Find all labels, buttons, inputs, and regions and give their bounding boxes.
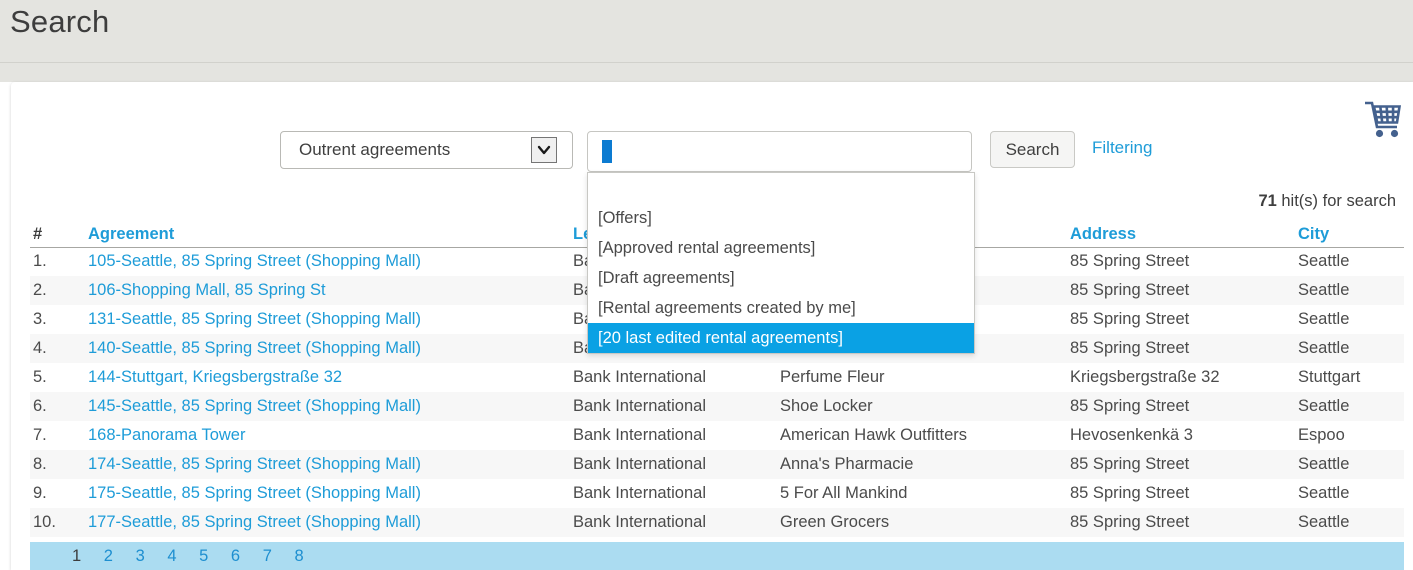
row-index: 9.	[30, 479, 88, 508]
suggestion-item-highlighted[interactable]: [20 last edited rental agreements]	[588, 323, 974, 353]
address-cell: 85 Spring Street	[1070, 392, 1298, 421]
city-cell: Seattle	[1298, 247, 1404, 276]
table-row: 5. 144-Stuttgart, Kriegsbergstraße 32 Ba…	[30, 363, 1404, 392]
table-row: 8. 174-Seattle, 85 Spring Street (Shoppi…	[30, 450, 1404, 479]
table-row: 10. 177-Seattle, 85 Spring Street (Shopp…	[30, 508, 1404, 537]
address-cell: 85 Spring Street	[1070, 334, 1298, 363]
row-index: 8.	[30, 450, 88, 479]
agreement-link[interactable]: 144-Stuttgart, Kriegsbergstraße 32	[88, 368, 342, 386]
shopping-cart-button[interactable]	[1364, 98, 1402, 142]
search-type-select[interactable]: Outrent agreements	[280, 131, 573, 169]
suggestion-item[interactable]: [Draft agreements]	[588, 263, 974, 293]
row-index: 5.	[30, 363, 88, 392]
shopping-cart-icon	[1364, 98, 1402, 142]
lessee-cell: 5 For All Mankind	[780, 479, 1070, 508]
row-index: 3.	[30, 305, 88, 334]
column-header-agreement[interactable]: Agreement	[88, 222, 573, 247]
city-cell: Seattle	[1298, 450, 1404, 479]
column-header-city[interactable]: City	[1298, 222, 1404, 247]
select-dropdown-button[interactable]	[531, 137, 557, 163]
city-cell: Stuttgart	[1298, 363, 1404, 392]
city-cell: Seattle	[1298, 305, 1404, 334]
table-row: 9. 175-Seattle, 85 Spring Street (Shoppi…	[30, 479, 1404, 508]
hits-label: hit(s) for search	[1277, 192, 1396, 210]
agreement-link[interactable]: 106-Shopping Mall, 85 Spring St	[88, 281, 326, 299]
pagination-page-link[interactable]: 2	[104, 542, 113, 570]
agreement-link[interactable]: 168-Panorama Tower	[88, 426, 245, 444]
search-page: Search Outrent agreements Search Filteri…	[0, 0, 1413, 570]
pagination-page-link[interactable]: 5	[199, 542, 208, 570]
suggestion-item[interactable]: [Offers]	[588, 203, 974, 233]
search-type-selected-value: Outrent agreements	[299, 132, 450, 168]
address-cell: 85 Spring Street	[1070, 508, 1298, 537]
page-title: Search	[10, 4, 109, 40]
lessee-cell: Anna's Pharmacie	[780, 450, 1070, 479]
lessee-cell: Shoe Locker	[780, 392, 1070, 421]
pagination-page-link[interactable]: 8	[294, 542, 303, 570]
lessor-cell: Bank International	[573, 479, 780, 508]
address-cell: Hevosenkenkä 3	[1070, 421, 1298, 450]
city-cell: Seattle	[1298, 276, 1404, 305]
agreement-link[interactable]: 177-Seattle, 85 Spring Street (Shopping …	[88, 513, 421, 531]
city-cell: Seattle	[1298, 508, 1404, 537]
address-cell: 85 Spring Street	[1070, 305, 1298, 334]
row-index: 2.	[30, 276, 88, 305]
lessee-cell: Perfume Fleur	[780, 363, 1070, 392]
agreement-link[interactable]: 145-Seattle, 85 Spring Street (Shopping …	[88, 397, 421, 415]
city-cell: Seattle	[1298, 479, 1404, 508]
row-index: 7.	[30, 421, 88, 450]
lessor-cell: Bank International	[573, 508, 780, 537]
hits-count-line: 71 hit(s) for search	[1258, 192, 1396, 211]
pagination-page-link[interactable]: 6	[231, 542, 240, 570]
address-cell: Kriegsbergstraße 32	[1070, 363, 1298, 392]
pagination-bar: 1 2 3 4 5 6 7 8	[30, 542, 1404, 570]
address-cell: 85 Spring Street	[1070, 479, 1298, 508]
search-input[interactable]	[587, 131, 972, 172]
suggestion-item-blank[interactable]	[588, 173, 974, 203]
column-header-address[interactable]: Address	[1070, 222, 1298, 247]
table-row: 6. 145-Seattle, 85 Spring Street (Shoppi…	[30, 392, 1404, 421]
hits-count: 71	[1258, 192, 1276, 210]
suggestion-item[interactable]: [Rental agreements created by me]	[588, 293, 974, 323]
lessor-cell: Bank International	[573, 392, 780, 421]
city-cell: Seattle	[1298, 334, 1404, 363]
agreement-link[interactable]: 175-Seattle, 85 Spring Street (Shopping …	[88, 484, 421, 502]
agreement-link[interactable]: 140-Seattle, 85 Spring Street (Shopping …	[88, 339, 421, 357]
lessor-cell: Bank International	[573, 363, 780, 392]
pagination-page-link[interactable]: 7	[263, 542, 272, 570]
city-cell: Espoo	[1298, 421, 1404, 450]
address-cell: 85 Spring Street	[1070, 247, 1298, 276]
filtering-link[interactable]: Filtering	[1092, 138, 1152, 158]
search-suggestions-dropdown: [Offers] [Approved rental agreements] [D…	[587, 172, 975, 354]
text-cursor	[602, 140, 612, 163]
address-cell: 85 Spring Street	[1070, 450, 1298, 479]
header-divider	[0, 62, 1413, 63]
agreement-link[interactable]: 174-Seattle, 85 Spring Street (Shopping …	[88, 455, 421, 473]
pagination-page-link[interactable]: 3	[136, 542, 145, 570]
city-cell: Seattle	[1298, 392, 1404, 421]
row-index: 10.	[30, 508, 88, 537]
column-header-index: #	[30, 222, 88, 247]
row-index: 1.	[30, 247, 88, 276]
address-cell: 85 Spring Street	[1070, 276, 1298, 305]
lessor-cell: Bank International	[573, 450, 780, 479]
row-index: 4.	[30, 334, 88, 363]
lessor-cell: Bank International	[573, 421, 780, 450]
suggestion-item[interactable]: [Approved rental agreements]	[588, 233, 974, 263]
agreement-link[interactable]: 105-Seattle, 85 Spring Street (Shopping …	[88, 252, 421, 270]
lessee-cell: American Hawk Outfitters	[780, 421, 1070, 450]
agreement-link[interactable]: 131-Seattle, 85 Spring Street (Shopping …	[88, 310, 421, 328]
row-index: 6.	[30, 392, 88, 421]
lessee-cell: Green Grocers	[780, 508, 1070, 537]
page-header-band: Search	[0, 0, 1413, 82]
search-button[interactable]: Search	[990, 131, 1075, 168]
chevron-down-icon	[535, 141, 553, 159]
table-row: 7. 168-Panorama Tower Bank International…	[30, 421, 1404, 450]
pagination-page-link[interactable]: 4	[167, 542, 176, 570]
pagination-current-page: 1	[72, 542, 81, 570]
